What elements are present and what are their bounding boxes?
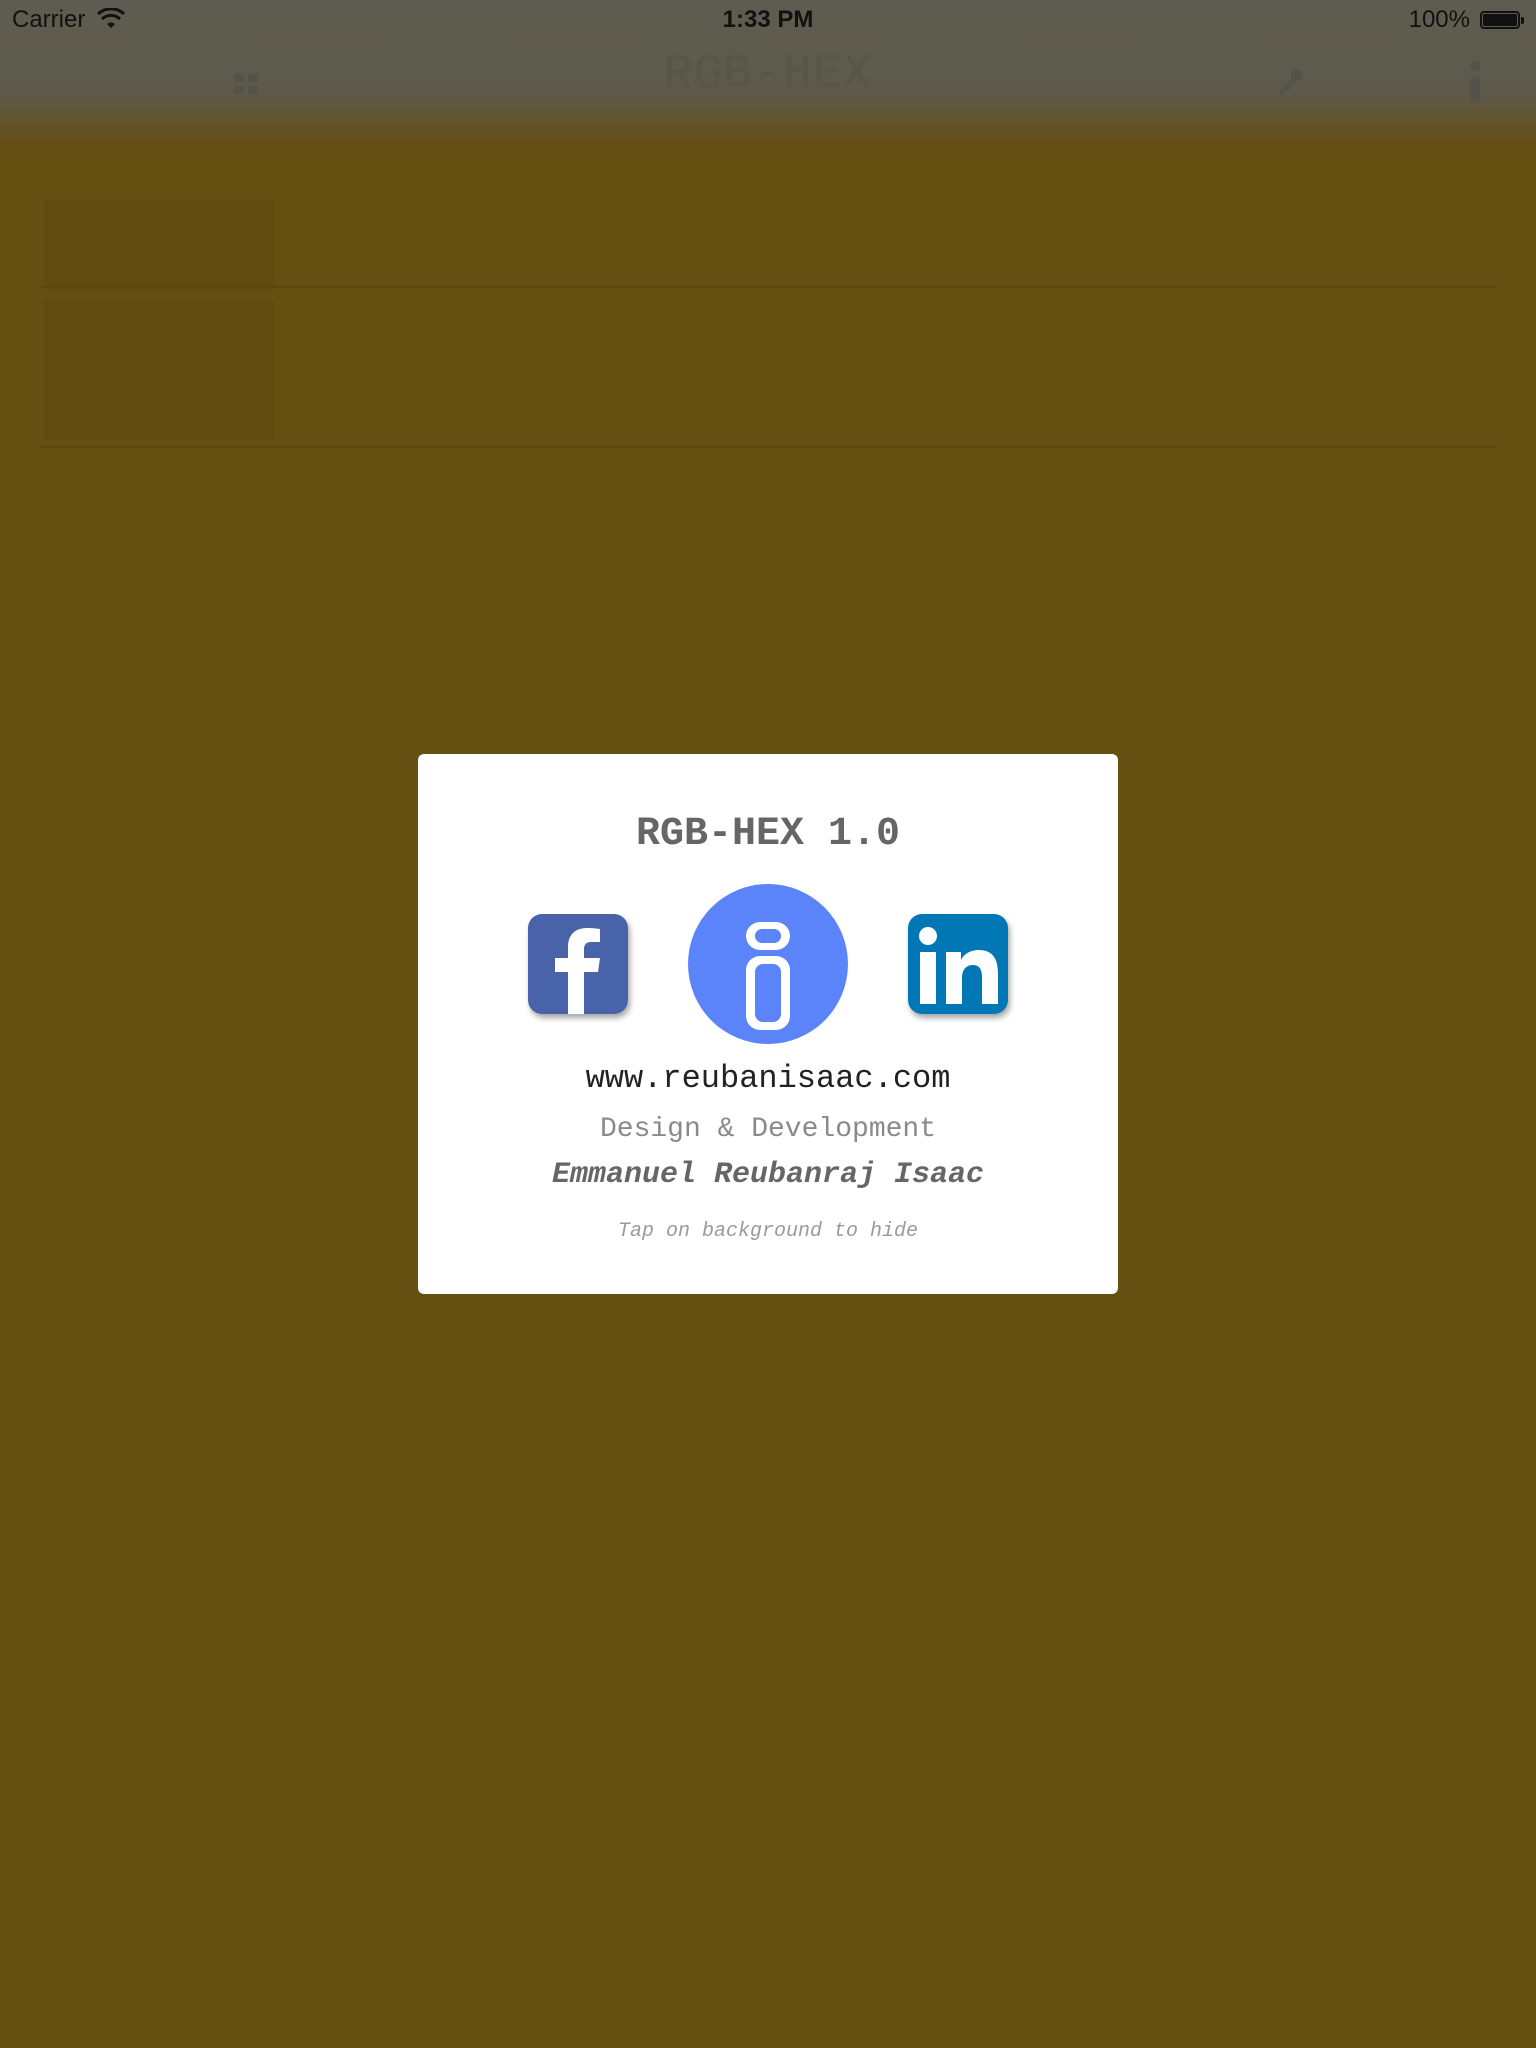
facebook-icon[interactable]	[528, 914, 628, 1014]
battery-icon	[1480, 11, 1524, 31]
clock: 1:33 PM	[722, 6, 814, 33]
app-version-title: RGB-HEX 1.0	[635, 812, 901, 857]
battery-percentage: 100%	[1408, 6, 1470, 33]
about-card: RGB-HEX 1.0 www.reubanisaac.com Design &…	[418, 754, 1118, 1294]
credits-role: Design & Development	[599, 1114, 937, 1145]
dismiss-hint: Tap on background to hide	[617, 1220, 919, 1243]
divider	[40, 446, 1496, 448]
color-preview-swatch	[44, 200, 274, 290]
website-link[interactable]: www.reubanisaac.com	[418, 1060, 1118, 1097]
status-bar: Carrier 1:33 PM 100%	[0, 0, 1536, 40]
linkedin-icon[interactable]	[908, 914, 1008, 1014]
color-value-field	[44, 300, 274, 440]
info-icon[interactable]	[688, 884, 848, 1044]
dropper-icon	[1270, 64, 1306, 100]
divider	[40, 286, 1496, 288]
author-name: Emmanuel Reubanraj Isaac	[551, 1158, 985, 1192]
info-icon	[1460, 56, 1490, 106]
